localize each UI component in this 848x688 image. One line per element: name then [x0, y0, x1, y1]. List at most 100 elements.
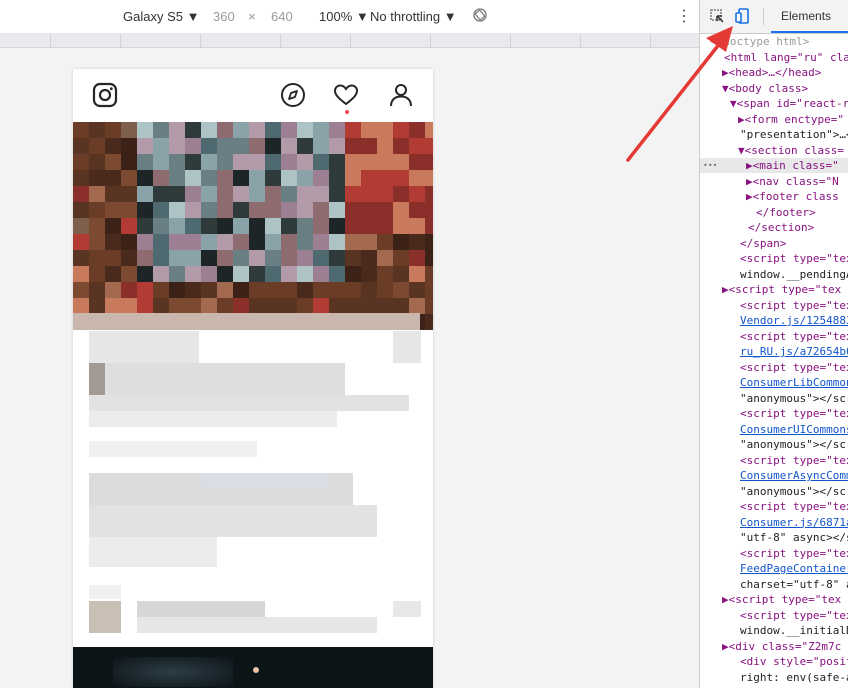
throttle-select[interactable]: No throttling ▼	[370, 9, 457, 24]
explore-compass-icon[interactable]	[279, 81, 307, 109]
dom-node-line[interactable]: ConsumerUICommons	[740, 422, 848, 437]
pixel-block	[169, 250, 185, 266]
dom-node-line[interactable]: <html lang="ru" class	[724, 50, 848, 65]
pixel-block	[377, 154, 393, 170]
dom-node-line[interactable]: "anonymous"></scr	[740, 391, 848, 406]
next-post-photo[interactable]	[73, 647, 433, 688]
pixel-block	[361, 170, 377, 186]
dom-node-line[interactable]: ▼<span id="react-r	[730, 96, 848, 111]
instagram-logo-icon[interactable]	[91, 81, 119, 109]
dom-node-line[interactable]: ▶<main class="	[700, 158, 848, 173]
pixel-block	[329, 234, 345, 250]
pixel-block	[121, 218, 137, 234]
dom-node-line[interactable]: ▶<script type="tex	[722, 282, 841, 297]
dom-node-line[interactable]: <!doctype html>	[710, 34, 809, 49]
dom-node-line[interactable]: <script type="tex	[740, 546, 848, 561]
dom-node-line[interactable]: <script type="tex	[740, 406, 848, 421]
pixel-block	[137, 170, 153, 186]
dom-node-line[interactable]: FeedPageContainer	[740, 561, 848, 576]
dom-node-line[interactable]: <script type="tex	[740, 499, 848, 514]
pixel-block	[377, 218, 393, 234]
tab-elements[interactable]: Elements	[781, 9, 831, 23]
pixel-block	[153, 186, 169, 202]
pixel-block	[185, 298, 201, 314]
pixel-block	[201, 170, 217, 186]
dom-node-line[interactable]: ConsumerAsyncComm	[740, 468, 848, 483]
dom-node-line[interactable]: "anonymous"></scr	[740, 437, 848, 452]
pixel-block	[121, 266, 137, 282]
dom-node-line[interactable]: ▶<head>…</head>	[722, 65, 821, 80]
pixel-block	[393, 202, 409, 218]
dom-node-line[interactable]: "anonymous"></scr	[740, 484, 848, 499]
rotate-icon[interactable]	[472, 7, 488, 26]
profile-user-icon[interactable]	[387, 81, 415, 109]
pixel-block	[425, 250, 433, 266]
instagram-header	[73, 69, 433, 122]
dom-node-line[interactable]: ConsumerLibCommon	[740, 375, 848, 390]
dom-node-line[interactable]: ▶<form enctype="	[738, 112, 844, 127]
dom-node-line[interactable]: Consumer.js/6871a	[740, 515, 848, 530]
pixel-block	[409, 298, 425, 314]
dom-node-line[interactable]: <script type="tex	[740, 608, 848, 623]
pixel-block	[425, 218, 433, 234]
dom-node-line[interactable]: </footer>	[756, 205, 816, 220]
dom-node-line[interactable]: ▼<section class=	[738, 143, 844, 158]
post-photo-pixelated[interactable]	[73, 122, 433, 330]
pixel-block	[185, 122, 201, 138]
pixel-block	[345, 266, 361, 282]
device-toolbar-toggle-icon[interactable]	[735, 8, 750, 28]
pixel-block	[425, 122, 433, 138]
dark-blur	[113, 657, 233, 687]
more-options-icon[interactable]: ⋮	[676, 6, 692, 26]
dom-node-line[interactable]: ru_RU.js/a72654b0	[740, 344, 848, 359]
dom-node-line[interactable]: ▶<nav class="N	[746, 174, 839, 189]
dom-node-line[interactable]: ▶<footer class	[746, 189, 839, 204]
pixel-block	[313, 266, 329, 282]
dom-node-line[interactable]: "utf-8" async></s	[740, 530, 848, 545]
dom-node-line[interactable]: charset="utf-8" a	[740, 577, 848, 592]
dom-node-line[interactable]: ▶<script type="tex	[722, 592, 841, 607]
dom-node-line[interactable]: "presentation">…<	[740, 127, 848, 142]
height-input[interactable]: 640	[271, 9, 293, 24]
dom-node-line[interactable]: window.__initialD	[740, 623, 848, 638]
pixel-block	[281, 186, 297, 202]
pixel-block	[425, 170, 433, 186]
pixel-block	[377, 250, 393, 266]
more-actions-icon[interactable]: •••	[703, 161, 717, 170]
pixel-block	[361, 266, 377, 282]
pixel-block	[345, 202, 361, 218]
blurred-avatar	[89, 363, 105, 395]
inspect-element-icon[interactable]	[710, 9, 725, 27]
dom-node-line[interactable]: window.__pendingA	[740, 267, 848, 282]
dom-node-line[interactable]: </section>	[748, 220, 814, 235]
width-input[interactable]: 360	[213, 9, 235, 24]
pixel-block	[201, 154, 217, 170]
dom-node-line[interactable]: Vendor.js/1254883	[740, 313, 848, 328]
blurred-icon	[393, 601, 421, 617]
pixel-block	[281, 154, 297, 170]
pixel-block	[313, 202, 329, 218]
pixel-block	[377, 282, 393, 298]
dom-node-line[interactable]: </span>	[740, 236, 786, 251]
devtools-tab-bar: Elements	[700, 0, 848, 34]
pixel-block	[89, 202, 105, 218]
pixel-block	[345, 154, 361, 170]
dom-node-line[interactable]: ▶<div class="Z2m7c	[722, 639, 841, 654]
dom-node-line[interactable]: right: env(safe-a	[740, 670, 848, 685]
pixel-block	[217, 154, 233, 170]
pixel-block	[89, 154, 105, 170]
dom-node-line[interactable]: <div style="posit	[740, 654, 848, 669]
pixel-block	[233, 250, 249, 266]
dom-node-line[interactable]: <script type="tex	[740, 251, 848, 266]
dom-node-line[interactable]: <script type="tex	[740, 298, 848, 313]
device-select[interactable]: Galaxy S5 ▼	[123, 9, 199, 24]
pixel-block	[425, 202, 433, 218]
pixel-block	[265, 154, 281, 170]
dom-node-line[interactable]: <script type="tex	[740, 329, 848, 344]
dom-node-line[interactable]: <script type="tex	[740, 360, 848, 375]
pixel-block	[297, 122, 313, 138]
dom-node-line[interactable]: ▼<body class>	[722, 81, 808, 96]
activity-heart-icon[interactable]	[332, 81, 360, 109]
zoom-select[interactable]: 100% ▼	[319, 9, 369, 24]
dom-node-line[interactable]: <script type="tex	[740, 453, 848, 468]
